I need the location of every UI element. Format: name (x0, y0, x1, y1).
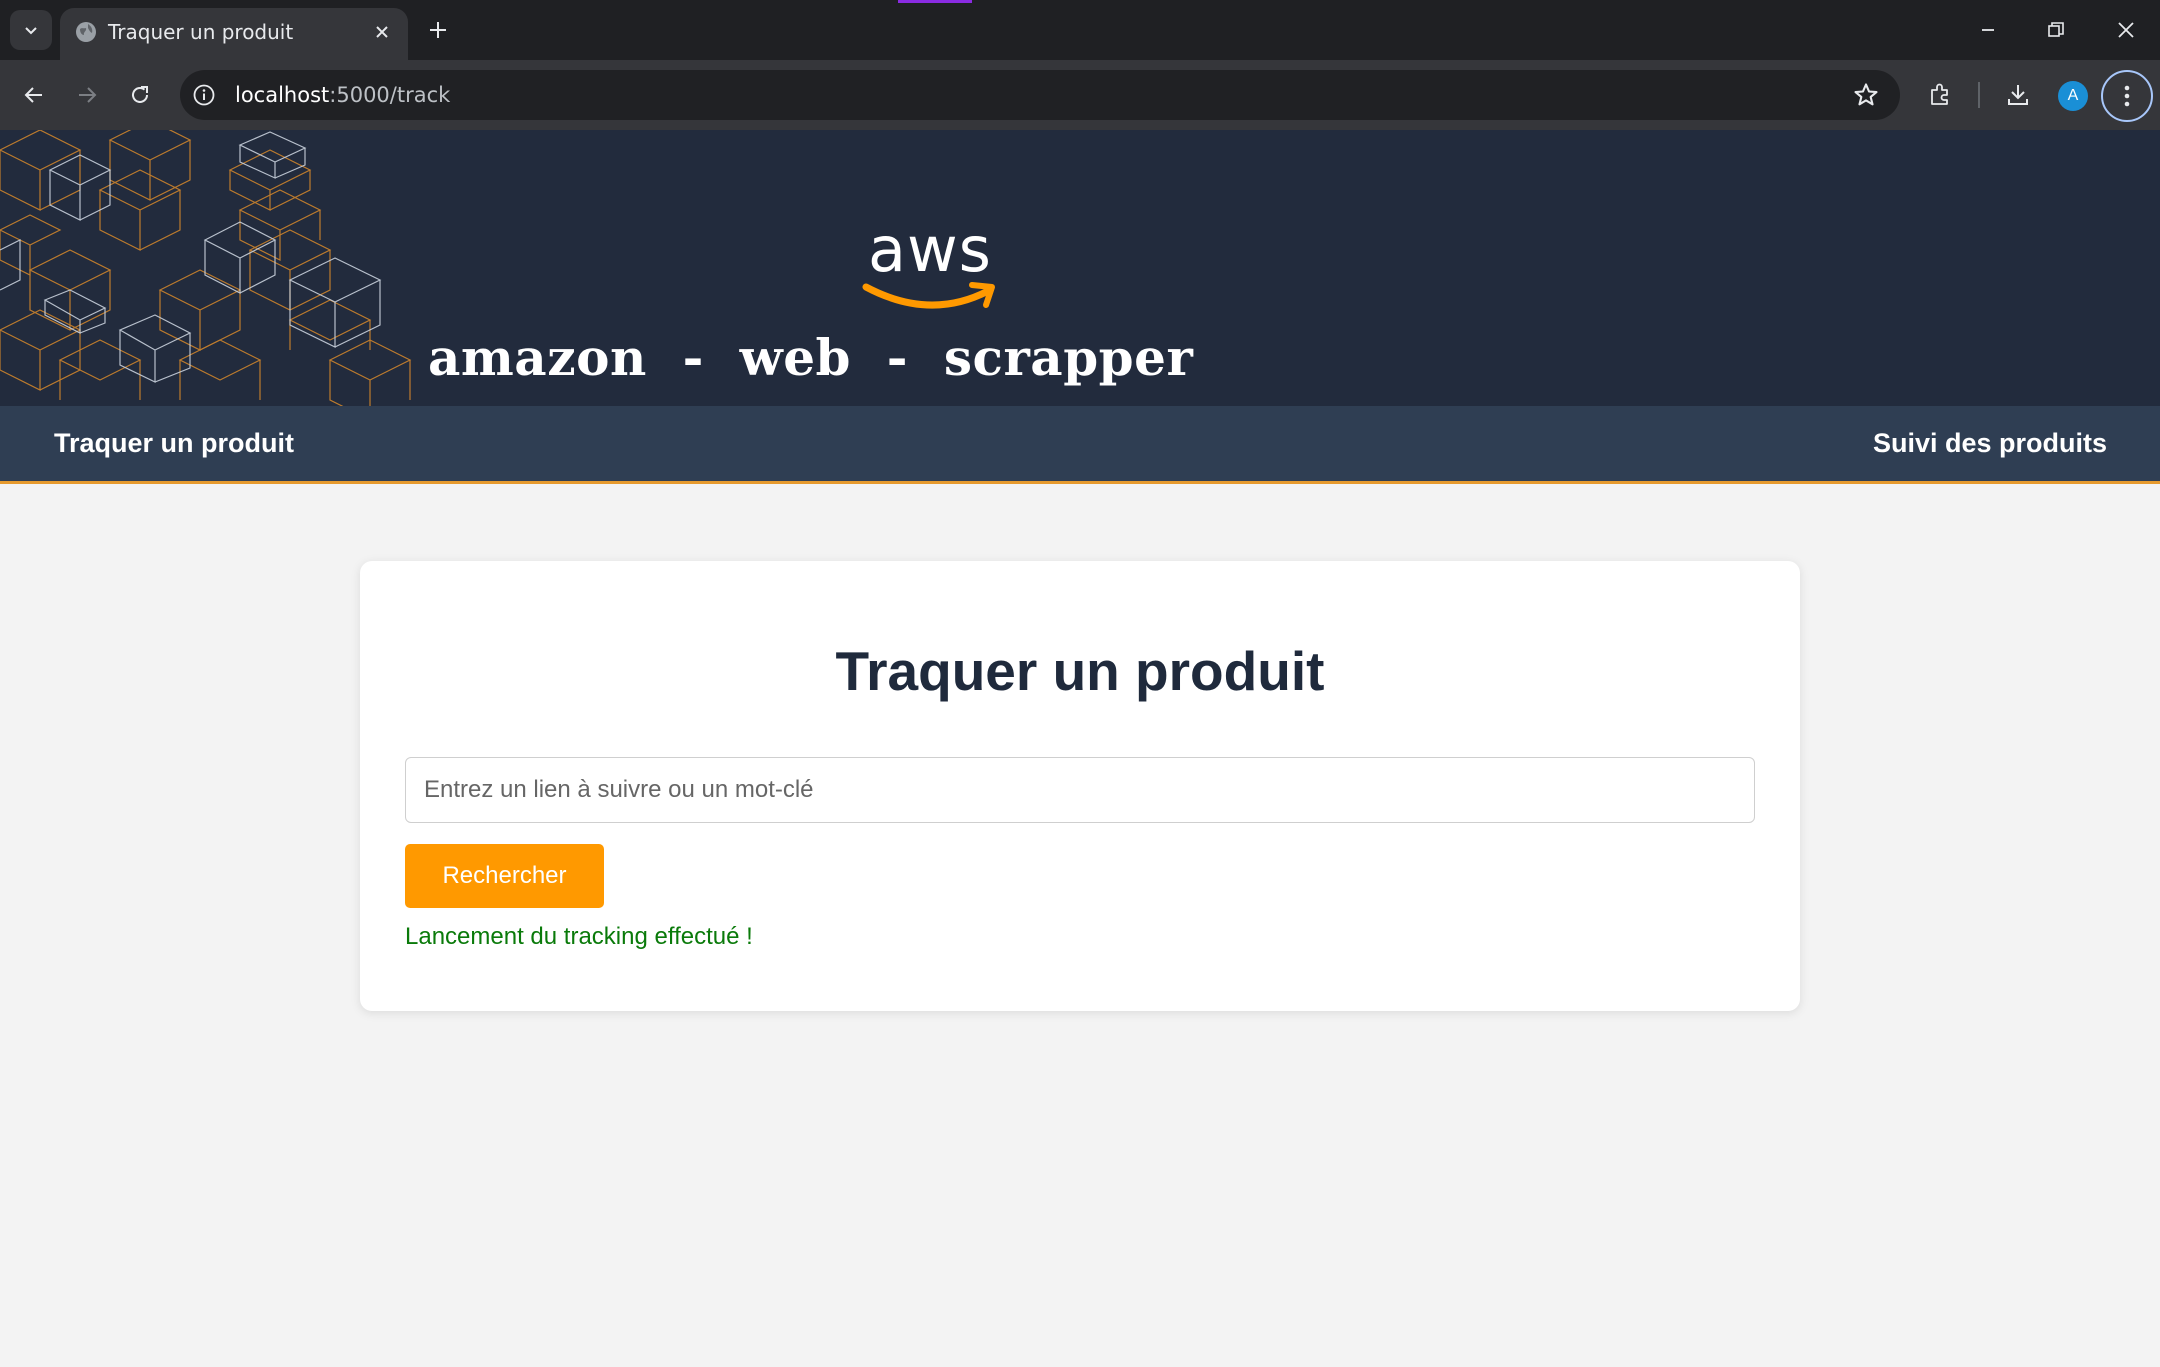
more-vertical-icon (2124, 85, 2130, 107)
nav-link-track-product[interactable]: Traquer un produit (54, 428, 294, 459)
page-title: Traquer un produit (835, 640, 1325, 702)
back-button[interactable] (14, 75, 54, 115)
close-icon (2118, 22, 2134, 38)
site-banner: aws amazon - web - scrapper (0, 130, 2160, 406)
restore-button[interactable] (2034, 10, 2078, 50)
tab-search-button[interactable] (10, 10, 52, 50)
main-navbar: Traquer un produit Suivi des produits (0, 406, 2160, 484)
aws-logo: aws (850, 215, 1010, 315)
puzzle-icon (1931, 83, 1948, 105)
download-icon (2008, 85, 2028, 105)
browser-menu-button[interactable] (2101, 70, 2153, 122)
aws-logo-text: aws (867, 213, 992, 286)
arrow-left-icon (24, 87, 42, 103)
track-product-card: Traquer un produit Rechercher Lancement … (360, 561, 1800, 1011)
tab-close-button[interactable] (370, 20, 394, 44)
chevron-down-icon (25, 27, 37, 35)
site-name: amazon - web - scrapper (428, 328, 1194, 387)
close-icon (376, 26, 388, 38)
bookmark-star-icon[interactable] (1852, 81, 1880, 109)
profile-avatar[interactable]: A (2058, 81, 2088, 111)
minimize-icon (1982, 29, 1994, 31)
arrow-right-icon (79, 87, 97, 103)
site-info-icon[interactable] (192, 83, 216, 107)
reload-icon (132, 86, 148, 103)
extensions-button[interactable] (1920, 75, 1960, 115)
tab-title: Traquer un produit (108, 20, 294, 44)
tab-strip-indicator (898, 0, 972, 3)
globe-icon (76, 22, 96, 42)
downloads-button[interactable] (1998, 75, 2038, 115)
forward-button[interactable] (67, 75, 107, 115)
nav-link-product-tracking[interactable]: Suivi des produits (1873, 428, 2107, 459)
search-input[interactable] (405, 757, 1755, 823)
cubes-pattern-decoration (0, 130, 412, 406)
reload-button[interactable] (120, 75, 160, 115)
new-tab-button[interactable] (422, 14, 454, 46)
toolbar-divider (1978, 82, 1980, 108)
status-message: Lancement du tracking effectué ! (405, 923, 753, 950)
search-button[interactable]: Rechercher (405, 844, 604, 908)
browser-tabstrip: Traquer un produit (0, 0, 2160, 60)
url-host: localhost (235, 83, 330, 107)
plus-icon (430, 22, 446, 38)
restore-icon (2048, 22, 2064, 37)
address-bar[interactable]: localhost:5000/track (180, 70, 1900, 120)
url-path: :5000/track (329, 83, 451, 107)
amazon-smile-arrow-icon (862, 282, 995, 309)
close-window-button[interactable] (2104, 10, 2148, 50)
browser-tab-active[interactable]: Traquer un produit (60, 8, 408, 60)
minimize-button[interactable] (1966, 10, 2010, 50)
url-text: localhost:5000/track (235, 83, 450, 107)
browser-toolbar: localhost:5000/track A (0, 60, 2160, 130)
